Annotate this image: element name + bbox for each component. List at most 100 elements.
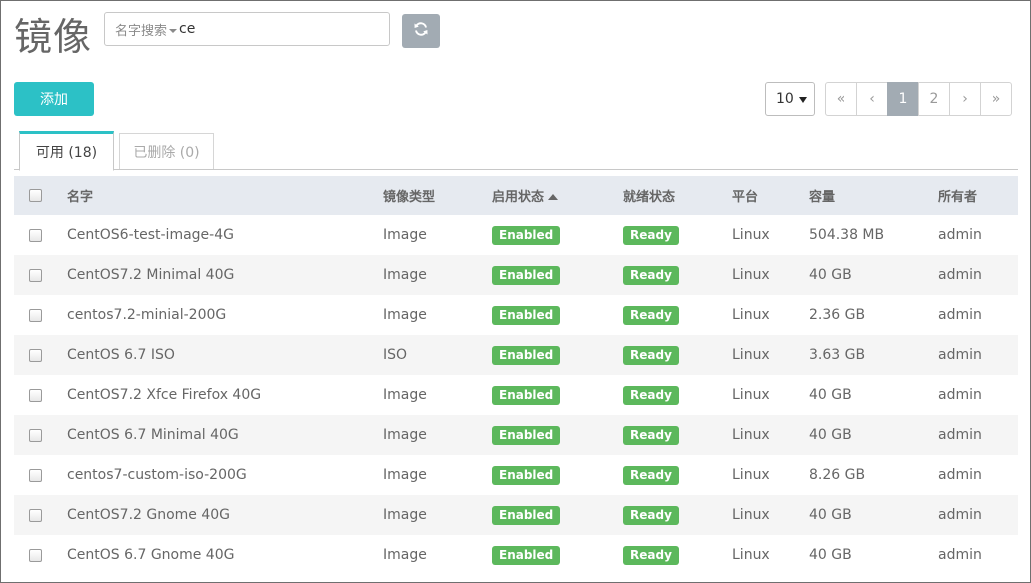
column-header-image-type[interactable]: 镜像类型 xyxy=(383,176,492,215)
image-type: ISO xyxy=(383,347,408,363)
images-table: 名字 镜像类型 启用状态 就绪状态 平台 容量 所有者 CentOS6-test… xyxy=(14,176,1018,575)
enabled-status-cell: Enabled xyxy=(492,255,623,295)
image-type: Image xyxy=(383,467,427,483)
search-value[interactable]: ce xyxy=(179,21,195,37)
image-name[interactable]: centos7-custom-iso-200G xyxy=(67,455,383,495)
page-title: 镜像 xyxy=(14,15,93,59)
enabled-status-cell: Enabled xyxy=(492,335,623,375)
enabled-status-badge: Enabled xyxy=(492,505,561,525)
image-name[interactable]: CentOS6-test-image-4G xyxy=(67,215,383,255)
image-name[interactable]: CentOS7.2 Minimal 40G xyxy=(67,255,383,295)
row-checkbox[interactable] xyxy=(29,268,42,282)
pagination: « ‹ 1 2 › » xyxy=(825,82,1012,116)
row-checkbox[interactable] xyxy=(29,388,42,402)
row-checkbox[interactable] xyxy=(29,228,42,242)
image-name[interactable]: CentOS7.2 Gnome 40G xyxy=(67,495,383,535)
table-row[interactable]: CentOS 6.7 Gnome 40G Image Enabled Ready… xyxy=(14,535,1018,575)
column-header-enabled-status-label: 启用状态 xyxy=(492,190,545,205)
row-checkbox[interactable] xyxy=(29,308,42,322)
image-name[interactable]: CentOS 6.7 Gnome 40G xyxy=(67,535,383,575)
select-all-cell xyxy=(14,176,67,215)
ready-status-cell: Ready xyxy=(623,375,732,415)
enabled-status-cell: Enabled xyxy=(492,455,623,495)
refresh-button[interactable] xyxy=(402,14,440,48)
ready-status-cell: Ready xyxy=(623,215,732,255)
platform: Linux xyxy=(732,427,770,443)
table-row[interactable]: centos7-custom-iso-200G Image Enabled Re… xyxy=(14,455,1018,495)
ready-status-badge: Ready xyxy=(623,425,679,445)
table-row[interactable]: CentOS7.2 Xfce Firefox 40G Image Enabled… xyxy=(14,375,1018,415)
platform: Linux xyxy=(732,227,770,243)
sort-ascending-icon xyxy=(548,194,559,200)
search-field-selector-label[interactable]: 名字搜索 xyxy=(115,20,167,39)
row-checkbox[interactable] xyxy=(29,468,42,482)
tab-available[interactable]: 可用 (18) xyxy=(19,131,114,171)
row-select-cell xyxy=(14,335,67,375)
table-row[interactable]: CentOS6-test-image-4G Image Enabled Read… xyxy=(14,215,1018,255)
enabled-status-badge: Enabled xyxy=(492,345,561,365)
row-select-cell xyxy=(14,415,67,455)
owner: admin xyxy=(938,267,982,283)
page-2-button[interactable]: 2 xyxy=(918,82,950,116)
ready-status-badge: Ready xyxy=(623,345,679,365)
enabled-status-badge: Enabled xyxy=(492,225,561,245)
page-prev-button[interactable]: ‹ xyxy=(856,82,888,116)
row-select-cell xyxy=(14,375,67,415)
column-header-enabled-status[interactable]: 启用状态 xyxy=(492,176,623,215)
image-name[interactable]: CentOS7.2 Xfce Firefox 40G xyxy=(67,375,383,415)
owner: admin xyxy=(938,227,982,243)
owner: admin xyxy=(938,507,982,523)
row-select-cell xyxy=(14,295,67,335)
page-next-button[interactable]: › xyxy=(949,82,981,116)
image-name[interactable]: CentOS 6.7 ISO xyxy=(67,335,383,375)
owner: admin xyxy=(938,547,982,563)
page-size-select[interactable]: 10 xyxy=(765,82,815,116)
enabled-status-cell: Enabled xyxy=(492,215,623,255)
ready-status-badge: Ready xyxy=(623,465,679,485)
page-first-button[interactable]: « xyxy=(825,82,857,116)
select-all-checkbox[interactable] xyxy=(29,189,42,202)
image-name[interactable]: centos7.2-minial-200G xyxy=(67,295,383,335)
column-header-ready-status[interactable]: 就绪状态 xyxy=(623,176,732,215)
column-header-platform[interactable]: 平台 xyxy=(732,176,809,215)
ready-status-cell: Ready xyxy=(623,535,732,575)
tab-bar: 可用 (18) 已删除 (0) xyxy=(14,131,1018,171)
capacity: 40 GB xyxy=(809,427,852,443)
row-checkbox[interactable] xyxy=(29,348,42,362)
platform: Linux xyxy=(732,507,770,523)
column-header-capacity[interactable]: 容量 xyxy=(809,176,938,215)
table-row[interactable]: centos7.2-minial-200G Image Enabled Read… xyxy=(14,295,1018,335)
add-button[interactable]: 添加 xyxy=(14,82,94,116)
table-row[interactable]: CentOS7.2 Minimal 40G Image Enabled Read… xyxy=(14,255,1018,295)
table-row[interactable]: CentOS 6.7 ISO ISO Enabled Ready Linux 3… xyxy=(14,335,1018,375)
image-type: Image xyxy=(383,507,427,523)
ready-status-badge: Ready xyxy=(623,305,679,325)
capacity: 40 GB xyxy=(809,547,852,563)
ready-status-badge: Ready xyxy=(623,225,679,245)
column-header-name[interactable]: 名字 xyxy=(67,176,383,215)
platform: Linux xyxy=(732,347,770,363)
table-header-row: 名字 镜像类型 启用状态 就绪状态 平台 容量 所有者 xyxy=(14,176,1018,215)
enabled-status-badge: Enabled xyxy=(492,425,561,445)
chevron-down-icon[interactable] xyxy=(169,28,178,33)
image-name[interactable]: CentOS 6.7 Minimal 40G xyxy=(67,415,383,455)
column-header-owner[interactable]: 所有者 xyxy=(938,176,1018,215)
capacity: 504.38 MB xyxy=(809,227,885,243)
enabled-status-cell: Enabled xyxy=(492,495,623,535)
image-type: Image xyxy=(383,547,427,563)
tab-deleted[interactable]: 已删除 (0) xyxy=(119,133,214,169)
row-select-cell xyxy=(14,455,67,495)
dropdown-arrow-icon xyxy=(799,97,807,103)
table-row[interactable]: CentOS 6.7 Minimal 40G Image Enabled Rea… xyxy=(14,415,1018,455)
page-1-button[interactable]: 1 xyxy=(887,82,919,116)
row-checkbox[interactable] xyxy=(29,548,42,562)
row-checkbox[interactable] xyxy=(29,508,42,522)
row-checkbox[interactable] xyxy=(29,428,42,442)
owner: admin xyxy=(938,347,982,363)
search-input[interactable]: 名字搜索 ce xyxy=(104,12,390,46)
capacity: 3.63 GB xyxy=(809,347,866,363)
platform: Linux xyxy=(732,267,770,283)
page-last-button[interactable]: » xyxy=(980,82,1012,116)
table-row[interactable]: CentOS7.2 Gnome 40G Image Enabled Ready … xyxy=(14,495,1018,535)
owner: admin xyxy=(938,467,982,483)
